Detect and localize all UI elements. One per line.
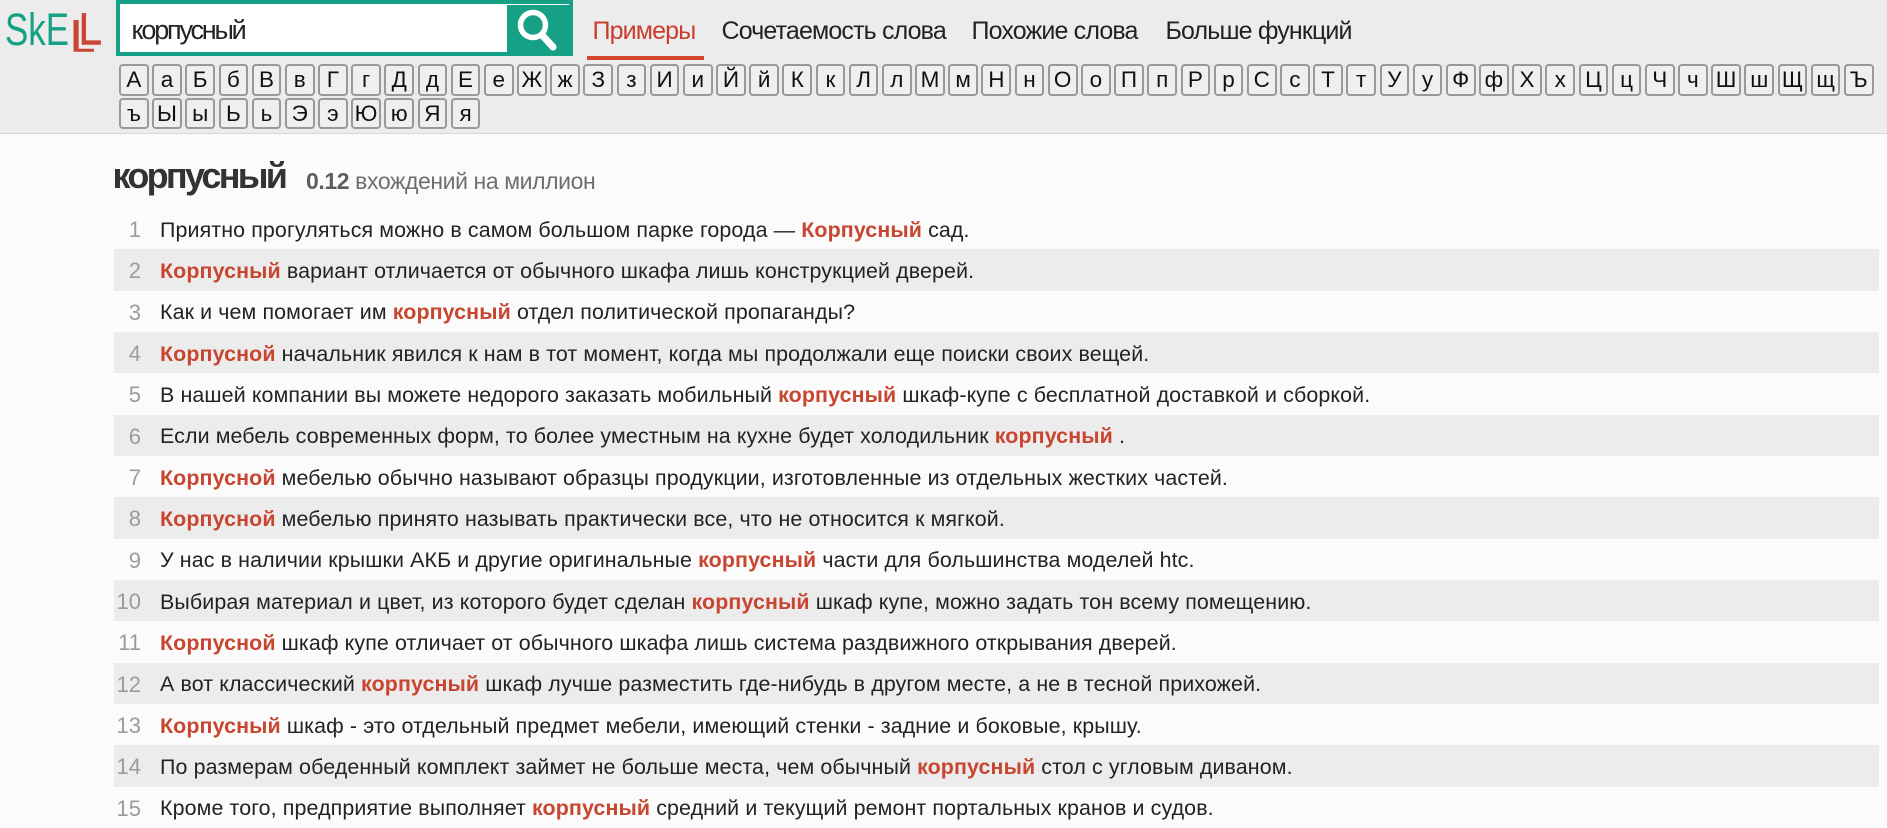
- svg-text:SkE: SkE: [5, 4, 69, 55]
